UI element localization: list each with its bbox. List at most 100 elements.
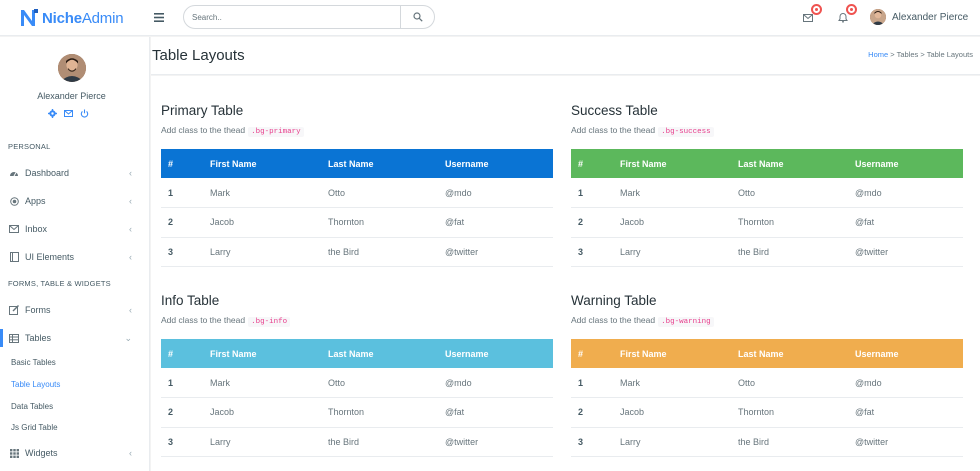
- table-cell: Jacob: [210, 207, 328, 238]
- table-cell: 1: [161, 178, 210, 209]
- user-name: Alexander Pierce: [892, 11, 969, 23]
- table-cell: Otto: [328, 178, 445, 209]
- grid-icon: [9, 448, 19, 458]
- table-cell: Larry: [620, 427, 738, 458]
- column-header: Last Name: [738, 348, 784, 359]
- column-header: Last Name: [738, 158, 784, 169]
- table-cell: @fat: [855, 397, 963, 428]
- table-cell: @twitter: [445, 427, 553, 458]
- column-header: #: [578, 158, 584, 169]
- edit-icon: [9, 305, 19, 315]
- topbar: NicheAdmin Alexander Pierce: [0, 0, 980, 36]
- class-code: .bg-primary: [248, 127, 304, 137]
- table-cell: 2: [161, 207, 210, 238]
- class-code: .bg-warning: [658, 317, 714, 327]
- logo-mark-icon: [20, 9, 38, 27]
- search-button[interactable]: [400, 6, 434, 28]
- search-icon: [412, 12, 423, 22]
- sidebar-caption-forms: FORMS, TABLE & WIDGETS: [8, 279, 111, 288]
- primary-table: # First Name Last Name Username 1 Mark Otto @md…: [161, 149, 553, 268]
- table-cell: @fat: [445, 207, 553, 238]
- chevron-left-icon: ‹: [129, 168, 132, 178]
- bell-icon: [838, 13, 848, 23]
- table-icon: [9, 333, 19, 343]
- sidebar-subitem-data-tables[interactable]: Data Tables: [11, 402, 53, 411]
- info-table-title: Info Table: [161, 293, 220, 308]
- table-cell: Thornton: [738, 397, 855, 428]
- chevron-left-icon: ‹: [129, 196, 132, 206]
- messages-notify-dot: [811, 4, 822, 15]
- success-table-subtitle: Add class to the thead .bg-success: [571, 125, 714, 137]
- sidebar-item-tables[interactable]: Tables ⌄: [0, 329, 150, 347]
- table-row: 1 Mark Otto @mdo: [161, 178, 553, 209]
- menu-toggle-icon[interactable]: [154, 11, 164, 25]
- chevron-left-icon: ‹: [129, 448, 132, 458]
- table-cell: 2: [161, 397, 210, 428]
- class-code: .bg-info: [248, 317, 291, 327]
- sidebar-subitem-js-grid-table[interactable]: Js Grid Table: [11, 423, 58, 432]
- sidebar-item-forms[interactable]: Forms ‹: [0, 301, 150, 319]
- search-input[interactable]: [192, 10, 392, 24]
- column-header: First Name: [210, 348, 257, 359]
- primary-table-subtitle: Add class to the thead .bg-primary: [161, 125, 304, 137]
- envelope-icon[interactable]: [64, 109, 73, 118]
- sidebar-item-inbox[interactable]: Inbox ‹: [0, 220, 150, 238]
- messages-button[interactable]: [803, 4, 822, 24]
- info-table-subtitle: Add class to the thead .bg-info: [161, 315, 291, 327]
- breadcrumb: Home > Tables > Table Layouts: [868, 50, 973, 59]
- table-cell: @mdo: [445, 178, 553, 209]
- table-cell: 2: [571, 397, 620, 428]
- column-header: Username: [855, 348, 899, 359]
- table-cell: @fat: [855, 207, 963, 238]
- table-cell: @twitter: [445, 237, 553, 268]
- gear-icon[interactable]: [48, 109, 57, 118]
- warning-table-subtitle: Add class to the thead .bg-warning: [571, 315, 714, 327]
- table-cell: Larry: [620, 237, 738, 268]
- table-row: 3 Larry the Bird @twitter: [161, 237, 553, 268]
- sidebar-item-dashboard[interactable]: Dashboard ‹: [0, 164, 150, 182]
- success-table: # First Name Last Name Username 1 Mark Otto @md…: [571, 149, 963, 268]
- sidebar-item-label: Apps: [25, 196, 46, 206]
- table-cell: @twitter: [855, 237, 963, 268]
- table-cell: 3: [571, 237, 620, 268]
- column-header: First Name: [620, 158, 667, 169]
- table-cell: @twitter: [855, 427, 963, 458]
- profile-actions: [48, 109, 89, 118]
- notifications-button[interactable]: [838, 4, 857, 24]
- user-menu[interactable]: Alexander Pierce: [870, 9, 968, 25]
- table-row: 3 Larry the Bird @twitter: [161, 427, 553, 458]
- table-row: 2 Jacob Thornton @fat: [571, 397, 963, 428]
- subtitle-text: Add class to the thead: [161, 315, 246, 325]
- sidebar-subitem-table-layouts[interactable]: Table Layouts: [11, 380, 60, 389]
- table-cell: Larry: [210, 427, 328, 458]
- sidebar-item-ui-elements[interactable]: UI Elements ‹: [0, 248, 150, 266]
- table-cell: 1: [571, 368, 620, 399]
- breadcrumb-home[interactable]: Home: [868, 50, 888, 59]
- profile-avatar[interactable]: [58, 54, 86, 82]
- breadcrumb-tables[interactable]: Tables: [897, 50, 919, 59]
- warning-table: # First Name Last Name Username 1 Mark Otto @md…: [571, 339, 963, 458]
- page-header: Table Layouts Home > Tables > Table Layo…: [151, 37, 980, 75]
- table-cell: Jacob: [210, 397, 328, 428]
- table-cell: 1: [571, 178, 620, 209]
- sidebar-subitem-basic-tables[interactable]: Basic Tables: [11, 358, 56, 367]
- info-table: # First Name Last Name Username 1 Mark Otto @md…: [161, 339, 553, 458]
- breadcrumb-separator: >: [918, 50, 927, 59]
- power-icon[interactable]: [80, 109, 89, 118]
- main-content: Primary Table Add class to the thead .bg-p…: [151, 76, 980, 471]
- brand-logo[interactable]: NicheAdmin: [20, 6, 124, 30]
- brand-name: NicheAdmin: [42, 9, 124, 27]
- table-cell: 1: [161, 368, 210, 399]
- sidebar-item-label: UI Elements: [25, 252, 75, 262]
- column-header: First Name: [210, 158, 257, 169]
- table-row: 3 Larry the Bird @twitter: [571, 427, 963, 458]
- sidebar-item-widgets[interactable]: Widgets ‹: [0, 444, 150, 462]
- sidebar-item-apps[interactable]: Apps ‹: [0, 192, 150, 210]
- table-cell: Jacob: [620, 207, 738, 238]
- table-cell: @fat: [445, 397, 553, 428]
- column-header: #: [168, 348, 174, 359]
- class-code: .bg-success: [658, 127, 714, 137]
- table-cell: 2: [571, 207, 620, 238]
- table-row: 2 Jacob Thornton @fat: [161, 207, 553, 238]
- sidebar-item-label: Dashboard: [25, 168, 70, 178]
